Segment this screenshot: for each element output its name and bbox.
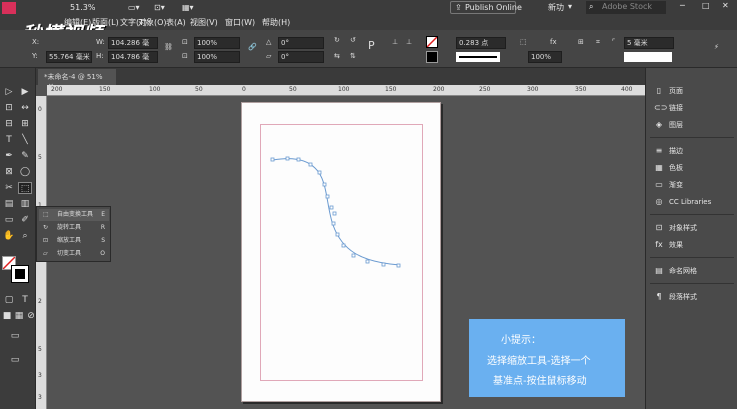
panel-pages[interactable]: ▯ 页面 [654,85,737,97]
rotate-tool-icon: ↻ [43,224,49,231]
flyout-item-label: 缩放工具 [57,237,82,244]
panel-divider [650,214,734,215]
panel-label: 效果 [669,241,683,249]
panel-paragraph-styles[interactable]: ¶ 段落样式 [654,291,737,303]
panel-divider [650,257,734,258]
panel-label: 图层 [669,121,683,129]
panel-divider [650,137,734,138]
tip-title: 小提示： [501,335,541,346]
flyout-item-shortcut: S [101,237,105,244]
panel-layers[interactable]: ◈ 图层 [654,119,737,131]
pages-icon: ▯ [656,86,662,95]
tip-line: 基准点-按住鼠标移动 [493,376,587,387]
flyout-item-label: 自由变换工具 [57,211,94,218]
panel-effects[interactable]: fx 效果 [654,239,737,251]
selected-path-layer [270,156,401,268]
panel-label: 渐变 [669,181,683,189]
links-icon: ⊂⊃ [654,103,668,112]
panel-named-grids[interactable]: ▤ 命名网格 [654,265,737,277]
panel-label: 命名网格 [669,267,697,275]
panel-label: 描边 [669,147,683,155]
panel-gradient[interactable]: ▭ 渐变 [654,179,737,191]
flyout-item-label: 旋转工具 [57,224,82,231]
paragraph-styles-icon: ¶ [656,292,662,301]
panel-divider [650,283,734,284]
tip-line: 选择缩放工具-选择一个 [487,356,591,367]
cc-libraries-icon: ◎ [655,197,663,206]
effects-icon: fx [655,240,663,249]
panel-swatches[interactable]: ▦ 色板 [654,162,737,174]
flyout-item-shear[interactable]: ▱ 切变工具 O [39,248,109,260]
flyout-item-scale[interactable]: ⊡ 缩放工具 S [39,235,109,247]
gradient-icon: ▭ [655,180,663,189]
object-styles-icon: ⊡ [655,223,663,232]
stroke-icon: ≡ [655,146,663,155]
named-grids-icon: ▤ [655,266,663,275]
selected-s-curve-path[interactable] [272,158,401,266]
layers-icon: ◈ [655,120,663,129]
shear-tool-icon: ▱ [43,250,48,257]
panel-label: 色板 [669,164,683,172]
panel-links[interactable]: ⊂⊃ 链接 [654,102,737,114]
tip-box: 小提示： 选择缩放工具-选择一个 基准点-按住鼠标移动 [469,319,625,397]
panels-dock: ▯ 页面 ⊂⊃ 链接 ◈ 图层 ≡ 描边 ▦ 色板 ▭ 渐变 ◎ CC Libraries ⊡… [645,68,737,409]
scale-tool-icon: ⊡ [43,237,49,244]
flyout-item-shortcut: E [101,211,105,218]
swatches-icon: ▦ [655,163,663,172]
flyout-item-free-transform[interactable]: ⬚ 自由变换工具 E [39,209,109,221]
flyout-item-shortcut: O [100,250,105,257]
panel-label: 页面 [669,87,683,95]
flyout-item-label: 切变工具 [57,250,82,257]
transform-tools-flyout: ⬚ 自由变换工具 E ↻ 旋转工具 R ⊡ 缩放工具 S ▱ 切变工具 O [36,206,111,262]
panel-object-styles[interactable]: ⊡ 对象样式 [654,222,737,234]
panel-label: 链接 [669,104,683,112]
free-transform-icon: ⬚ [43,211,49,218]
panel-cc-libraries[interactable]: ◎ CC Libraries [654,196,737,208]
flyout-item-rotate[interactable]: ↻ 旋转工具 R [39,222,109,234]
panel-label: 对象样式 [669,224,697,232]
flyout-item-shortcut: R [100,224,105,231]
panel-label: CC Libraries [669,198,712,206]
panel-label: 段落样式 [669,293,697,301]
panel-stroke[interactable]: ≡ 描边 [654,145,737,157]
anchor-points[interactable] [270,156,401,268]
